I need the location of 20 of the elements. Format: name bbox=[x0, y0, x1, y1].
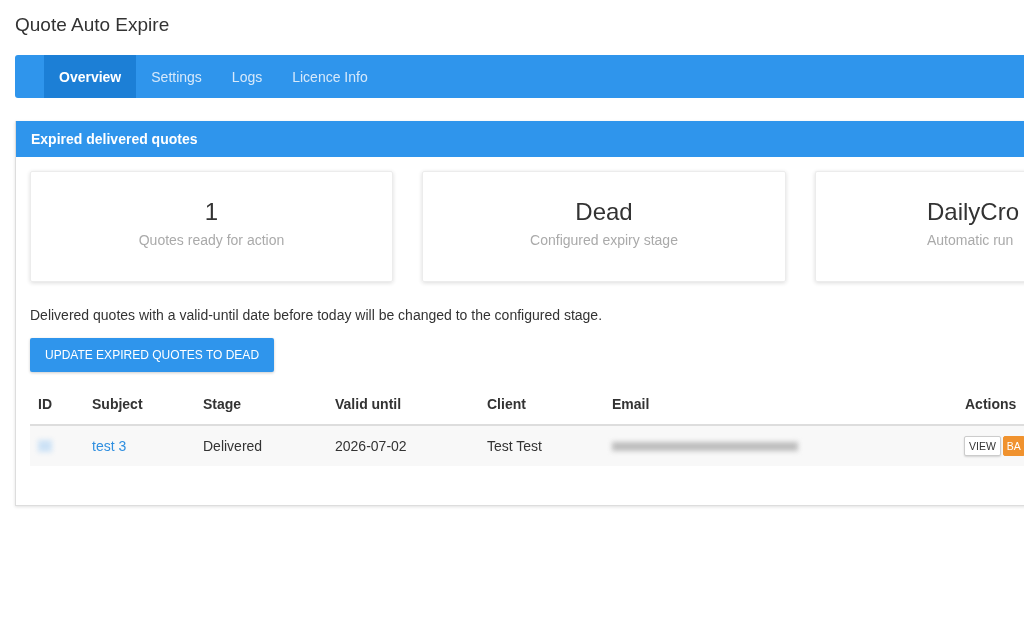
stat-label: Automatic run bbox=[927, 232, 1014, 248]
stat-value: 1 bbox=[204, 197, 219, 227]
stat-value: Dead bbox=[575, 197, 633, 227]
table-cell: Delivered bbox=[195, 425, 327, 466]
stat-label: Quotes ready for action bbox=[138, 232, 285, 248]
page-title: Quote Auto Expire bbox=[15, 13, 170, 36]
stat-value: DailyCro bbox=[927, 197, 1019, 227]
action-button[interactable]: VIEW bbox=[964, 436, 1001, 456]
tab[interactable]: Overview bbox=[44, 55, 137, 98]
subject-link[interactable]: test 3 bbox=[92, 438, 127, 454]
tab[interactable]: Licence Info bbox=[277, 55, 383, 98]
stat-label: Configured expiry stage bbox=[530, 232, 678, 248]
panel-title: Expired delivered quotes bbox=[31, 131, 198, 147]
tab[interactable]: Settings bbox=[136, 55, 217, 98]
update-button[interactable]: UPDATE EXPIRED QUOTES TO DEAD bbox=[30, 338, 275, 372]
description-text: Delivered quotes with a valid-until date before today will be changed to the configured stage. bbox=[30, 306, 603, 324]
tab[interactable]: Logs bbox=[216, 55, 278, 98]
table-cell: 2026-07-02 bbox=[327, 425, 479, 466]
table-cell: Test Test bbox=[479, 425, 604, 466]
action-button[interactable]: BA bbox=[1002, 436, 1024, 456]
